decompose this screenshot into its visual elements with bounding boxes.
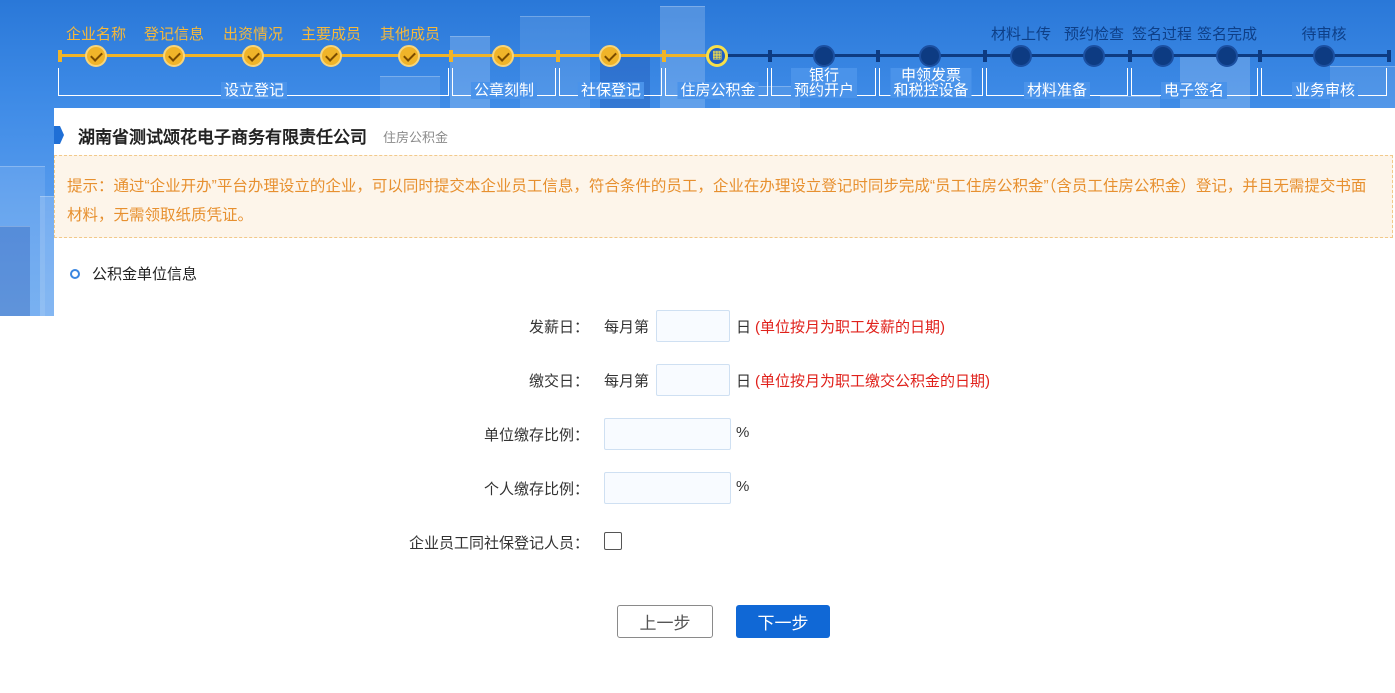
unit-ratio-percent: %	[736, 424, 750, 441]
pay-day-label: 发薪日：	[528, 319, 589, 336]
step-label: 签名过程	[1131, 26, 1193, 43]
page-subtitle: 住房公积金	[383, 130, 449, 145]
step-node-capital[interactable]	[242, 45, 264, 67]
company-name: 湖南省测试颂花电子商务有限责任公司	[78, 127, 367, 147]
contribution-day-suffix: 日	[736, 373, 752, 390]
personal-ratio-percent: %	[736, 478, 750, 495]
group-label-line: 和税控设备	[893, 82, 969, 99]
company-header: 湖南省测试颂花电子商务有限责任公司 住房公积金	[54, 122, 448, 148]
form-row-unit-ratio: 单位缴存比例： %	[0, 418, 1395, 450]
contribution-day-hint: (单位按月为职工缴交公积金的日期)	[755, 373, 990, 390]
personal-ratio-input[interactable]	[604, 472, 731, 504]
group-label-invoice: 申领发票 和税控设备	[890, 68, 972, 99]
group-label-housing-fund: 住房公积金	[677, 82, 759, 99]
same-as-social-checkbox[interactable]	[604, 532, 622, 550]
contribution-day-prefix: 每月第	[604, 373, 650, 390]
group-label-establishment: 设立登记	[220, 82, 288, 99]
step-node-pre-check	[1083, 45, 1105, 67]
step-label: 其他成员	[379, 26, 441, 43]
step-label: 出资情况	[222, 26, 284, 43]
step-node-registration-info[interactable]	[163, 45, 185, 67]
progress-steps: 企业名称 登记信息 出资情况 主要成员 其他成员 材料上传 预约检查 签名过程 …	[0, 0, 1395, 110]
step-node-bank	[813, 45, 835, 67]
group-label-seal: 公章刻制	[470, 82, 538, 99]
step-node-pending-review	[1313, 45, 1335, 67]
step-label: 材料上传	[990, 26, 1052, 43]
pay-day-hint: (单位按月为职工发薪的日期)	[755, 319, 945, 336]
pay-day-prefix: 每月第	[604, 319, 650, 336]
step-node-invoice	[919, 45, 941, 67]
section-header: 公积金单位信息	[70, 263, 197, 284]
contribution-day-label: 缴交日：	[528, 373, 589, 390]
step-node-sign-complete	[1216, 45, 1238, 67]
form-row-contribution-day: 缴交日： 每月第 日 (单位按月为职工缴交公积金的日期)	[0, 364, 1395, 396]
form-row-pay-day: 发薪日： 每月第 日 (单位按月为职工发薪的日期)	[0, 310, 1395, 342]
step-node-signing	[1152, 45, 1174, 67]
title-marker-icon	[54, 126, 64, 144]
step-label: 主要成员	[300, 26, 362, 43]
same-as-social-label: 企业员工同社保登记人员：	[408, 535, 589, 552]
notice-box: 提示：通过“企业开办”平台办理设立的企业，可以同时提交本企业员工信息，符合条件的…	[54, 155, 1393, 238]
step-node-material-upload	[1010, 45, 1032, 67]
step-node-company-name[interactable]	[85, 45, 107, 67]
group-label-materials: 材料准备	[1023, 82, 1091, 99]
pay-day-suffix: 日	[736, 319, 752, 336]
step-label: 登记信息	[143, 26, 205, 43]
group-label-social-security: 社保登记	[577, 82, 645, 99]
header-banner: 企业名称 登记信息 出资情况 主要成员 其他成员 材料上传 预约检查 签名过程 …	[0, 0, 1395, 316]
step-node-main-members[interactable]	[320, 45, 342, 67]
form-row-personal-ratio: 个人缴存比例： %	[0, 472, 1395, 504]
unit-ratio-input[interactable]	[604, 418, 731, 450]
pay-day-input[interactable]	[656, 310, 730, 342]
next-step-button[interactable]: 下一步	[736, 605, 830, 638]
step-label: 待审核	[1301, 26, 1347, 43]
step-node-seal[interactable]	[492, 45, 514, 67]
group-label-e-signature: 电子签名	[1160, 82, 1228, 99]
section-title: 公积金单位信息	[92, 266, 198, 283]
step-label: 预约检查	[1063, 26, 1125, 43]
step-node-housing-fund[interactable]	[706, 45, 728, 67]
contribution-day-input[interactable]	[656, 364, 730, 396]
personal-ratio-label: 个人缴存比例：	[483, 481, 589, 498]
group-label-line: 预约开户	[793, 82, 855, 99]
form-row-same-as-social: 企业员工同社保登记人员：	[0, 526, 1395, 558]
content-card: 湖南省测试颂花电子商务有限责任公司 住房公积金 提示：通过“企业开办”平台办理设…	[54, 108, 1395, 316]
step-label: 企业名称	[65, 26, 127, 43]
circle-bullet-icon	[70, 268, 80, 279]
group-label-bank: 银行 预约开户	[790, 68, 858, 99]
step-label: 签名完成	[1196, 26, 1258, 43]
notice-text: 提示：通过“企业开办”平台办理设立的企业，可以同时提交本企业员工信息，符合条件的…	[67, 178, 1367, 224]
group-label-review: 业务审核	[1291, 82, 1359, 99]
prev-step-button[interactable]: 上一步	[617, 605, 713, 638]
step-node-social-security[interactable]	[599, 45, 621, 67]
step-node-other-members[interactable]	[398, 45, 420, 67]
unit-ratio-label: 单位缴存比例：	[483, 427, 589, 444]
